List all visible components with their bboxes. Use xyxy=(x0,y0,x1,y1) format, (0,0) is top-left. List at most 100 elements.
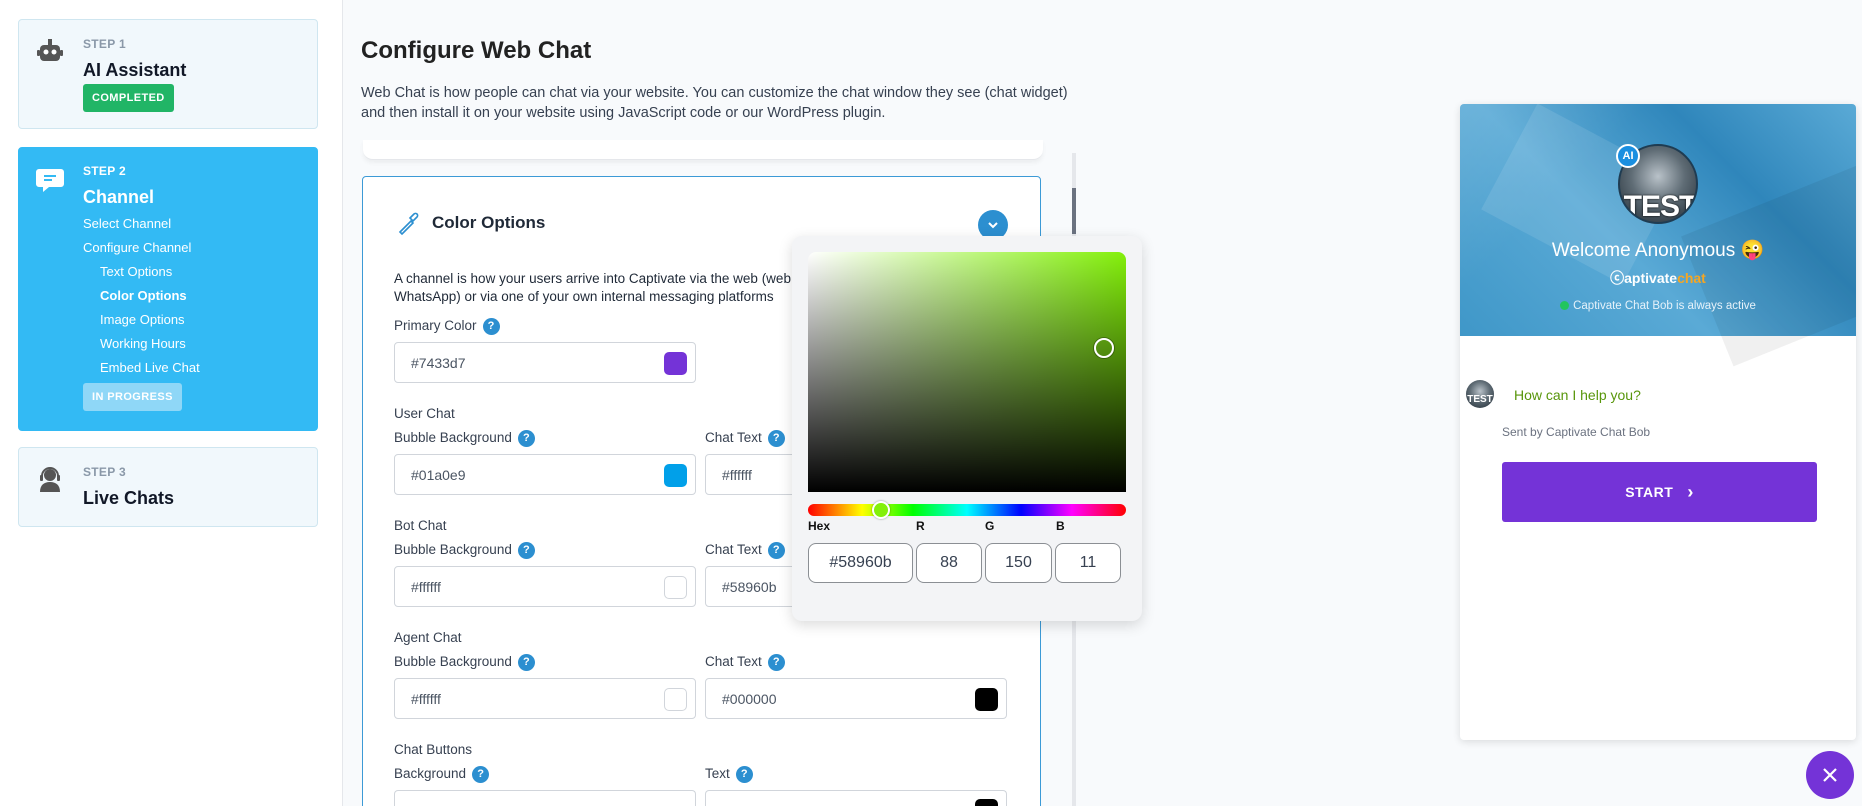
bot-text-label: Chat Text? xyxy=(705,542,785,559)
chat-widget-preview: TEST AI Welcome Anonymous 😜 ⓒaptivatecha… xyxy=(1460,104,1856,740)
help-icon[interactable]: ? xyxy=(767,654,785,671)
g-input[interactable]: 150 xyxy=(985,543,1052,583)
help-icon[interactable]: ? xyxy=(735,766,753,783)
robot-icon xyxy=(37,39,63,61)
step-label: STEP 3 xyxy=(83,465,126,479)
welcome-text: Welcome Anonymous 😜 xyxy=(1551,240,1765,261)
agent-text-label: Chat Text? xyxy=(705,654,785,671)
help-icon[interactable]: ? xyxy=(472,766,490,783)
captivate-logo: ⓒaptivatechat xyxy=(1610,270,1706,286)
buttons-bg-field[interactable] xyxy=(394,790,696,806)
chevron-right-icon: › xyxy=(1687,481,1694,502)
buttons-text-label: Text? xyxy=(705,766,753,783)
help-icon[interactable]: ? xyxy=(517,542,535,559)
agent-text-field[interactable]: #000000 xyxy=(705,678,1007,719)
primary-color-value: #7433d7 xyxy=(411,355,466,371)
chevron-down-icon xyxy=(988,222,998,229)
status-badge: IN PROGRESS xyxy=(83,383,182,411)
scrollbar-thumb[interactable] xyxy=(1072,188,1076,234)
help-icon[interactable]: ? xyxy=(767,542,785,559)
card-title: Color Options xyxy=(432,213,546,232)
sidebar-item-image-options[interactable]: Image Options xyxy=(100,312,185,327)
help-icon[interactable]: ? xyxy=(482,318,500,335)
step-label: STEP 2 xyxy=(83,164,126,178)
user-text-value: #ffffff xyxy=(722,467,752,483)
primary-color-label: Primary Color? xyxy=(394,318,500,335)
sidebar-item-select-channel[interactable]: Select Channel xyxy=(83,216,171,231)
user-bubble-label: Bubble Background? xyxy=(394,430,535,447)
color-swatch[interactable] xyxy=(664,688,687,711)
eyedropper-icon xyxy=(398,212,419,236)
bot-bubble-value: #ffffff xyxy=(411,579,441,595)
headset-icon xyxy=(40,467,60,492)
start-button[interactable]: START › xyxy=(1502,462,1817,522)
chat-buttons-title: Chat Buttons xyxy=(394,742,473,757)
previous-card-edge xyxy=(363,140,1043,160)
sidebar-item-embed-live-chat[interactable]: Embed Live Chat xyxy=(100,360,200,375)
bot-bubble-label: Bubble Background? xyxy=(394,542,535,559)
step-live-chats[interactable]: STEP 3 Live Chats xyxy=(18,447,318,527)
agent-bubble-label: Bubble Background? xyxy=(394,654,535,671)
hex-input[interactable]: #58960b xyxy=(808,543,913,583)
saturation-area[interactable] xyxy=(808,252,1126,492)
step-label: STEP 1 xyxy=(83,37,126,51)
help-icon[interactable]: ? xyxy=(767,430,785,447)
bot-text-value: #58960b xyxy=(722,579,777,595)
hue-slider[interactable] xyxy=(808,504,1126,516)
widget-header: TEST AI Welcome Anonymous 😜 ⓒaptivatecha… xyxy=(1460,104,1856,367)
card-description: A channel is how your users arrive into … xyxy=(394,271,791,304)
page-title: Configure Web Chat xyxy=(361,37,592,64)
agent-bubble-field[interactable]: #ffffff xyxy=(394,678,696,719)
user-text-label: Chat Text? xyxy=(705,430,785,447)
step-title: Live Chats xyxy=(83,488,175,508)
close-icon xyxy=(1823,768,1837,782)
color-swatch[interactable] xyxy=(975,688,998,711)
buttons-bg-label: Background? xyxy=(394,766,490,783)
step-title: Channel xyxy=(83,187,155,207)
sidebar-item-text-options[interactable]: Text Options xyxy=(100,264,172,279)
bot-chat-title: Bot Chat xyxy=(394,518,447,533)
sidebar-item-color-options[interactable]: Color Options xyxy=(100,288,187,303)
sidebar-item-configure-channel[interactable]: Configure Channel xyxy=(83,240,191,255)
bot-message: How can I help you? xyxy=(1514,387,1641,403)
close-widget-button[interactable] xyxy=(1806,751,1854,799)
online-dot xyxy=(1560,301,1570,311)
active-status: Captivate Chat Bob is always active xyxy=(1460,300,1856,312)
step-ai-assistant[interactable]: STEP 1 AI Assistant COMPLETED xyxy=(18,19,318,129)
primary-color-field[interactable]: #7433d7 xyxy=(394,342,696,383)
r-label: R xyxy=(916,519,925,533)
agent-bubble-value: #ffffff xyxy=(411,691,441,707)
sidebar-item-working-hours[interactable]: Working Hours xyxy=(100,336,186,351)
hex-label: Hex xyxy=(808,519,831,533)
color-swatch[interactable] xyxy=(975,799,998,806)
step-channel[interactable]: STEP 2 Channel Select Channel Configure … xyxy=(18,147,318,431)
hue-handle[interactable] xyxy=(872,501,890,519)
color-swatch[interactable] xyxy=(664,576,687,599)
agent-chat-title: Agent Chat xyxy=(394,630,462,645)
b-label: B xyxy=(1056,519,1065,533)
message-avatar: TEST xyxy=(1466,380,1494,408)
saturation-handle[interactable] xyxy=(1094,338,1114,358)
sent-by-text: Sent by Captivate Chat Bob xyxy=(1502,425,1651,439)
user-bubble-field[interactable]: #01a0e9 xyxy=(394,454,696,495)
color-swatch[interactable] xyxy=(664,352,687,375)
g-label: G xyxy=(985,519,995,533)
ai-badge: AI xyxy=(1616,144,1640,168)
buttons-text-field[interactable] xyxy=(705,790,1007,806)
b-input[interactable]: 11 xyxy=(1055,543,1121,583)
background-shape xyxy=(1681,161,1856,367)
help-icon[interactable]: ? xyxy=(517,654,535,671)
chat-icon xyxy=(36,169,64,192)
r-input[interactable]: 88 xyxy=(916,543,982,583)
agent-text-value: #000000 xyxy=(722,691,777,707)
status-badge: COMPLETED xyxy=(83,84,174,112)
user-chat-title: User Chat xyxy=(394,406,455,421)
page-description: Web Chat is how people can chat via your… xyxy=(361,85,1068,121)
user-bubble-value: #01a0e9 xyxy=(411,467,466,483)
help-icon[interactable]: ? xyxy=(517,430,535,447)
step-title: AI Assistant xyxy=(83,60,187,80)
color-picker-popup: Hex R G B #58960b 88 150 11 xyxy=(792,236,1142,621)
color-swatch[interactable] xyxy=(664,464,687,487)
avatar-text: TEST xyxy=(1623,190,1697,223)
bot-bubble-field[interactable]: #ffffff xyxy=(394,566,696,607)
